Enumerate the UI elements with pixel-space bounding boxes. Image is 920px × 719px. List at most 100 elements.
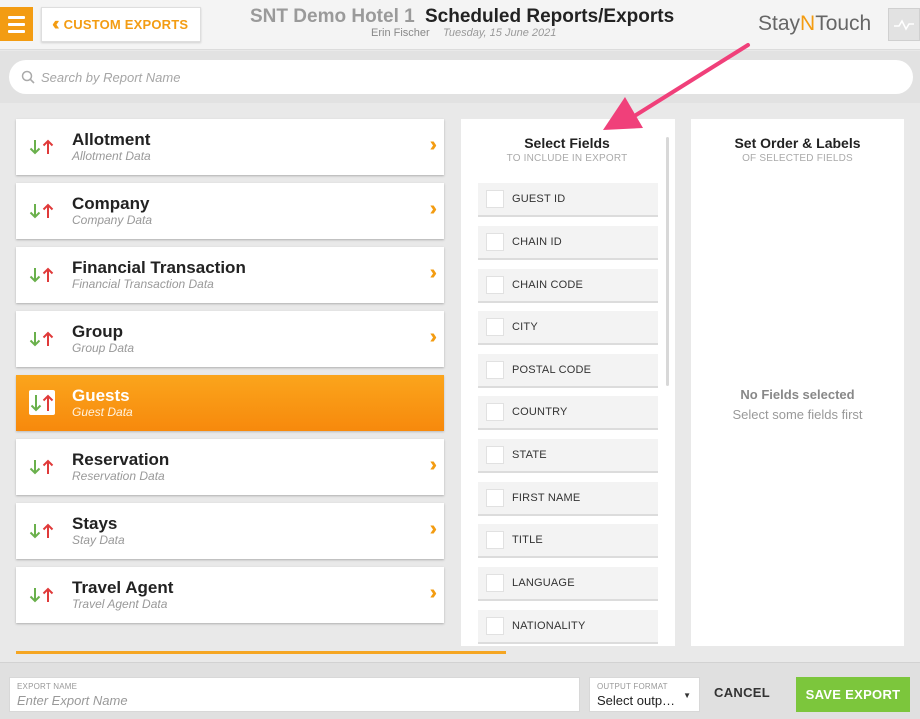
field-option[interactable]: LANGUAGE (478, 567, 658, 601)
output-format-select[interactable]: OUTPUT FORMAT Select output format ▼ (589, 677, 700, 712)
field-label: STATE (512, 449, 547, 461)
field-option[interactable]: NATIONALITY (478, 610, 658, 644)
logo-text-suffix: Touch (815, 12, 872, 35)
field-option[interactable]: FIRST NAME (478, 482, 658, 516)
report-item-company[interactable]: Company Company Data ›› (16, 183, 444, 239)
report-name: Travel Agent (72, 578, 174, 597)
field-option[interactable]: CHAIN CODE (478, 269, 658, 303)
field-option[interactable]: COUNTRY (478, 396, 658, 430)
checkbox[interactable] (486, 190, 504, 208)
field-label: NATIONALITY (512, 620, 586, 632)
field-option[interactable]: CITY (478, 311, 658, 345)
field-option[interactable]: STATE (478, 439, 658, 473)
field-label: GUEST ID (512, 193, 566, 205)
save-export-button[interactable]: SAVE EXPORT (796, 677, 910, 712)
report-name: Financial Transaction (72, 258, 246, 277)
report-item-guests[interactable]: Guests Guest Data (16, 375, 444, 431)
activity-button[interactable] (888, 8, 920, 41)
cancel-button[interactable]: CANCEL (714, 685, 770, 700)
report-name: Group (72, 322, 123, 341)
report-item-reservation[interactable]: Reservation Reservation Data ›› (16, 439, 444, 495)
sort-arrows-icon (29, 267, 54, 283)
report-description: Stay Data (72, 533, 125, 547)
horizontal-scrollbar[interactable] (16, 651, 506, 654)
menu-bar-icon (8, 22, 25, 26)
report-item-travel-agent[interactable]: Travel Agent Travel Agent Data ›› (16, 567, 444, 623)
menu-bar-icon (8, 29, 25, 33)
pulse-icon (894, 18, 914, 31)
output-format-caption: OUTPUT FORMAT (597, 682, 668, 691)
report-item-financial-transaction[interactable]: Financial Transaction Financial Transact… (16, 247, 444, 303)
checkbox[interactable] (486, 276, 504, 294)
report-name: Company (72, 194, 150, 213)
double-chevron-right-icon: ›› (429, 134, 439, 156)
logo-text-n: N (800, 12, 816, 35)
staynt-logo: StayNTouch (758, 12, 871, 36)
back-button-label: CUSTOM EXPORTS (63, 17, 189, 32)
report-description: Reservation Data (72, 469, 165, 483)
order-labels-title: Set Order & Labels (734, 135, 861, 151)
double-chevron-right-icon: ›› (429, 326, 439, 348)
app-header: ‹‹ CUSTOM EXPORTS SNT Demo Hotel 1 Sched… (0, 0, 920, 50)
checkbox[interactable] (486, 233, 504, 251)
report-item-group[interactable]: Group Group Data ›› (16, 311, 444, 367)
export-name-input[interactable] (17, 693, 567, 708)
field-option[interactable]: CHAIN ID (478, 226, 658, 260)
report-description: Group Data (72, 341, 135, 355)
caret-down-icon: ▼ (683, 691, 691, 700)
field-label: LANGUAGE (512, 577, 575, 589)
output-format-value: Select output format (597, 693, 679, 708)
sort-arrows-icon (29, 587, 54, 603)
order-labels-panel: Set Order & Labels OF SELECTED FIELDS No… (691, 119, 904, 646)
report-name: Stays (72, 514, 118, 533)
logo-text-prefix: Stay (758, 12, 801, 35)
empty-state-message: Select some fields first (732, 407, 863, 422)
search-input[interactable] (41, 69, 891, 85)
business-date: Tuesday, 15 June 2021 (443, 27, 557, 39)
field-label: CHAIN ID (512, 236, 562, 248)
order-labels-subtitle: OF SELECTED FIELDS (742, 153, 853, 164)
sort-arrows-icon (29, 390, 55, 415)
double-chevron-right-icon: ›› (429, 198, 439, 220)
footer-bar: EXPORT NAME OUTPUT FORMAT Select output … (0, 662, 920, 719)
field-label: CITY (512, 321, 538, 333)
double-chevron-right-icon: ›› (429, 582, 439, 604)
report-name: Allotment (72, 130, 151, 149)
sort-arrows-icon (29, 459, 54, 475)
search-box[interactable] (9, 60, 913, 94)
double-chevron-left-icon: ‹‹ (52, 14, 59, 35)
double-chevron-right-icon: ›› (429, 454, 439, 476)
checkbox[interactable] (486, 531, 504, 549)
report-description: Travel Agent Data (72, 597, 168, 611)
checkbox[interactable] (486, 489, 504, 507)
checkbox[interactable] (486, 446, 504, 464)
field-label: POSTAL CODE (512, 364, 592, 376)
checkbox[interactable] (486, 617, 504, 635)
back-to-custom-exports-button[interactable]: ‹‹ CUSTOM EXPORTS (41, 7, 201, 42)
user-name: Erin Fischer (371, 27, 430, 39)
report-description: Company Data (72, 213, 153, 227)
report-item-stays[interactable]: Stays Stay Data ›› (16, 503, 444, 559)
checkbox[interactable] (486, 361, 504, 379)
search-icon (21, 70, 35, 84)
checkbox[interactable] (486, 318, 504, 336)
report-description: Guest Data (72, 405, 133, 419)
sort-arrows-icon (29, 139, 54, 155)
field-label: COUNTRY (512, 406, 568, 418)
menu-bar-icon (8, 15, 25, 19)
field-option[interactable]: TITLE (478, 524, 658, 558)
hamburger-menu-button[interactable] (0, 7, 33, 41)
report-name: Guests (72, 386, 130, 405)
select-fields-subtitle: TO INCLUDE IN EXPORT (506, 153, 628, 164)
double-chevron-right-icon: ›› (429, 262, 439, 284)
field-option[interactable]: GUEST ID (478, 183, 658, 217)
fields-scrollbar[interactable] (666, 137, 669, 386)
checkbox[interactable] (486, 403, 504, 421)
field-option[interactable]: POSTAL CODE (478, 354, 658, 388)
export-name-field[interactable]: EXPORT NAME (9, 677, 580, 712)
field-label: CHAIN CODE (512, 279, 584, 291)
empty-state-title: No Fields selected (740, 387, 855, 402)
field-label: TITLE (512, 534, 543, 546)
checkbox[interactable] (486, 574, 504, 592)
report-item-allotment[interactable]: Allotment Allotment Data ›› (16, 119, 444, 175)
